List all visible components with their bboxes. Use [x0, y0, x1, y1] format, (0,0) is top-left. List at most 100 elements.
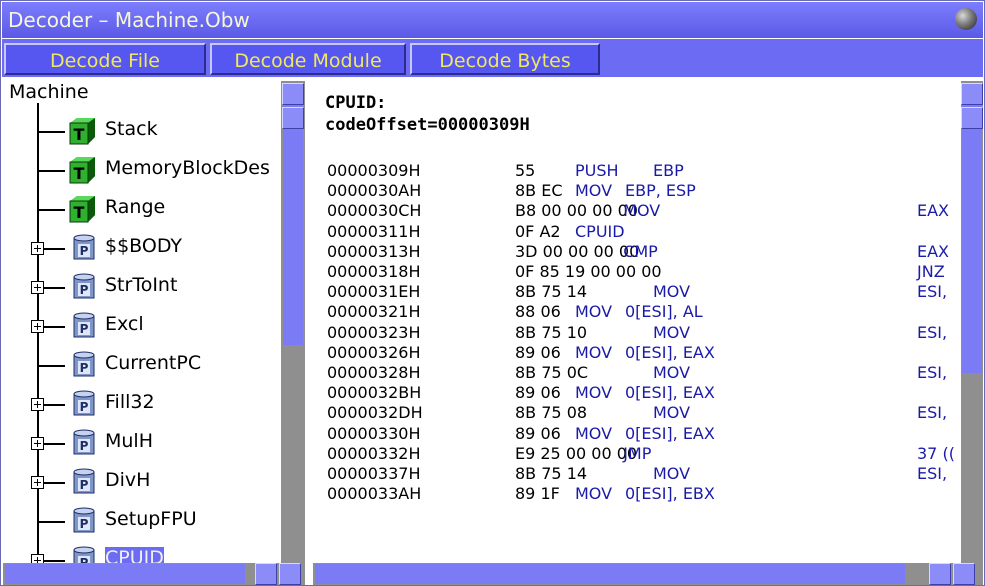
- code-vertical-scrollbar[interactable]: [961, 81, 983, 563]
- tree-expand-toggle[interactable]: [31, 437, 44, 450]
- svg-text:P: P: [80, 517, 89, 531]
- code-bytes: 89 06: [515, 343, 561, 362]
- type-icon: T: [69, 196, 95, 223]
- code-scroll-up-button[interactable]: [961, 83, 983, 105]
- svg-text:P: P: [80, 244, 89, 258]
- code-horizontal-scrollbar[interactable]: [313, 563, 983, 585]
- tree-branch-line: [37, 209, 65, 211]
- code-operands: 0[ESI], AL: [625, 302, 703, 321]
- code-operands-right: 37 ((: [917, 444, 955, 463]
- tree-item-label[interactable]: Stack: [105, 118, 158, 140]
- code-bytes: 8B EC: [515, 181, 563, 200]
- code-row[interactable]: 00000337H 8B 75 14 MOV ESI,: [317, 464, 961, 486]
- module-tree: Machine T Stack T MemoryBlockDes T Range P $$BO…: [5, 79, 281, 563]
- type-icon: T: [69, 118, 95, 145]
- procedure-icon: P: [73, 468, 95, 494]
- code-bytes: 88 06: [515, 302, 561, 321]
- tree-expand-toggle[interactable]: [31, 320, 44, 333]
- tree-item-label[interactable]: SetupFPU: [105, 508, 197, 530]
- tree-item-label[interactable]: $$BODY: [105, 235, 182, 257]
- tree-item-label[interactable]: CurrentPC: [105, 352, 201, 374]
- code-mnemonic: MOV: [653, 323, 691, 342]
- code-bytes: 8B 75 0C: [515, 363, 589, 382]
- code-scroll-right-button[interactable]: [953, 563, 975, 585]
- code-bytes: B8 00 00 00 00: [515, 201, 638, 220]
- tree-root-label[interactable]: Machine: [9, 81, 89, 103]
- tree-item-label[interactable]: StrToInt: [105, 274, 177, 296]
- toolbar: Decode File Decode Module Decode Bytes: [2, 39, 983, 77]
- code-row[interactable]: 0000032BH 89 06 MOV 0[ESI], EAX: [317, 383, 961, 405]
- tree-expand-toggle[interactable]: [31, 398, 44, 411]
- code-mnemonic: MOV: [575, 181, 613, 200]
- code-row[interactable]: 00000326H 89 06 MOV 0[ESI], EAX: [317, 343, 961, 365]
- tree-scroll-left-button[interactable]: [255, 563, 277, 585]
- tree-item-label[interactable]: MulH: [105, 430, 153, 452]
- disassembly-view: CPUID: codeOffset=00000309H 00000309H 55 P…: [317, 79, 961, 563]
- code-operands: 0[ESI], EAX: [625, 424, 715, 443]
- svg-text:P: P: [80, 283, 89, 297]
- code-bytes: 89 06: [515, 424, 561, 443]
- code-operands-right: JNZ: [917, 262, 945, 281]
- code-row[interactable]: 00000313H 3D 00 00 00 00 CMP EAX: [317, 242, 961, 264]
- code-address: 00000311H: [327, 222, 421, 241]
- code-offset-header: codeOffset=00000309H: [325, 115, 530, 135]
- code-address: 00000332H: [327, 444, 421, 463]
- code-address: 00000323H: [327, 323, 421, 342]
- code-mnemonic: MOV: [575, 302, 613, 321]
- tree-scroll-up-button[interactable]: [282, 83, 304, 105]
- code-row[interactable]: 00000323H 8B 75 10 MOV ESI,: [317, 323, 961, 345]
- tree-item-label[interactable]: Range: [105, 196, 165, 218]
- code-row[interactable]: 00000330H 89 06 MOV 0[ESI], EAX: [317, 424, 961, 446]
- window-ball-icon[interactable]: [955, 8, 977, 30]
- title-bar: Decoder – Machine.Obw: [2, 2, 983, 38]
- svg-text:P: P: [80, 322, 89, 336]
- code-mnemonic: MOV: [653, 363, 691, 382]
- tree-expand-toggle[interactable]: [31, 554, 44, 563]
- code-mnemonic: MOV: [575, 484, 613, 503]
- code-row[interactable]: 0000032DH 8B 75 08 MOV ESI,: [317, 403, 961, 425]
- decode-module-button[interactable]: Decode Module: [210, 43, 406, 75]
- svg-text:P: P: [80, 361, 89, 375]
- code-mnemonic: MOV: [623, 201, 661, 220]
- tree-item-label[interactable]: CPUID: [105, 547, 164, 563]
- code-row[interactable]: 00000311H 0F A2 CPUID: [317, 222, 961, 244]
- tree-vertical-scrollbar[interactable]: [281, 81, 305, 563]
- tree-expand-toggle[interactable]: [31, 242, 44, 255]
- code-row[interactable]: 0000033AH 89 1F MOV 0[ESI], EBX: [317, 484, 961, 506]
- procedure-icon: P: [73, 429, 95, 455]
- tree-item-label[interactable]: Fill32: [105, 391, 155, 413]
- code-address: 0000030CH: [327, 201, 422, 220]
- code-bytes: 89 1F: [515, 484, 560, 503]
- code-address: 00000321H: [327, 302, 421, 321]
- code-row[interactable]: 00000321H 88 06 MOV 0[ESI], AL: [317, 302, 961, 324]
- code-row[interactable]: 00000332H E9 25 00 00 00 JMP 37 ((: [317, 444, 961, 466]
- code-scroll-left-button[interactable]: [929, 563, 951, 585]
- decode-bytes-button[interactable]: Decode Bytes: [410, 43, 600, 75]
- code-row[interactable]: 00000309H 55 PUSH EBP: [317, 161, 961, 183]
- tree-item-label[interactable]: MemoryBlockDes: [105, 157, 270, 179]
- code-address: 00000330H: [327, 424, 421, 443]
- proc-name-header: CPUID:: [325, 93, 387, 113]
- code-row[interactable]: 0000030AH 8B EC MOV EBP, ESP: [317, 181, 961, 203]
- tree-scroll-down-button[interactable]: [282, 107, 304, 129]
- tree-scroll-right-button[interactable]: [279, 563, 301, 585]
- code-scroll-down-button[interactable]: [961, 107, 983, 129]
- code-mnemonic: PUSH: [575, 161, 619, 180]
- code-row[interactable]: 00000328H 8B 75 0C MOV ESI,: [317, 363, 961, 385]
- code-row[interactable]: 0000030CH B8 00 00 00 00 MOV EAX: [317, 201, 961, 223]
- code-operands-right: EAX: [917, 242, 950, 261]
- tree-item-label[interactable]: Excl: [105, 313, 144, 335]
- code-row[interactable]: 00000318H 0F 85 19 00 00 00 JNZ: [317, 262, 961, 284]
- code-bytes: 3D 00 00 00 00: [515, 242, 640, 261]
- tree-expand-toggle[interactable]: [31, 476, 44, 489]
- code-bytes: 89 06: [515, 383, 561, 402]
- decode-file-button[interactable]: Decode File: [4, 43, 206, 75]
- procedure-icon: P: [73, 312, 95, 338]
- tree-horizontal-thumb[interactable]: [5, 564, 245, 584]
- code-row[interactable]: 0000031EH 8B 75 14 MOV ESI,: [317, 282, 961, 304]
- code-operands-right: ESI,: [917, 403, 948, 422]
- tree-horizontal-scrollbar[interactable]: [3, 563, 305, 585]
- tree-item-label[interactable]: DivH: [105, 469, 150, 491]
- tree-expand-toggle[interactable]: [31, 281, 44, 294]
- code-horizontal-thumb[interactable]: [315, 564, 905, 584]
